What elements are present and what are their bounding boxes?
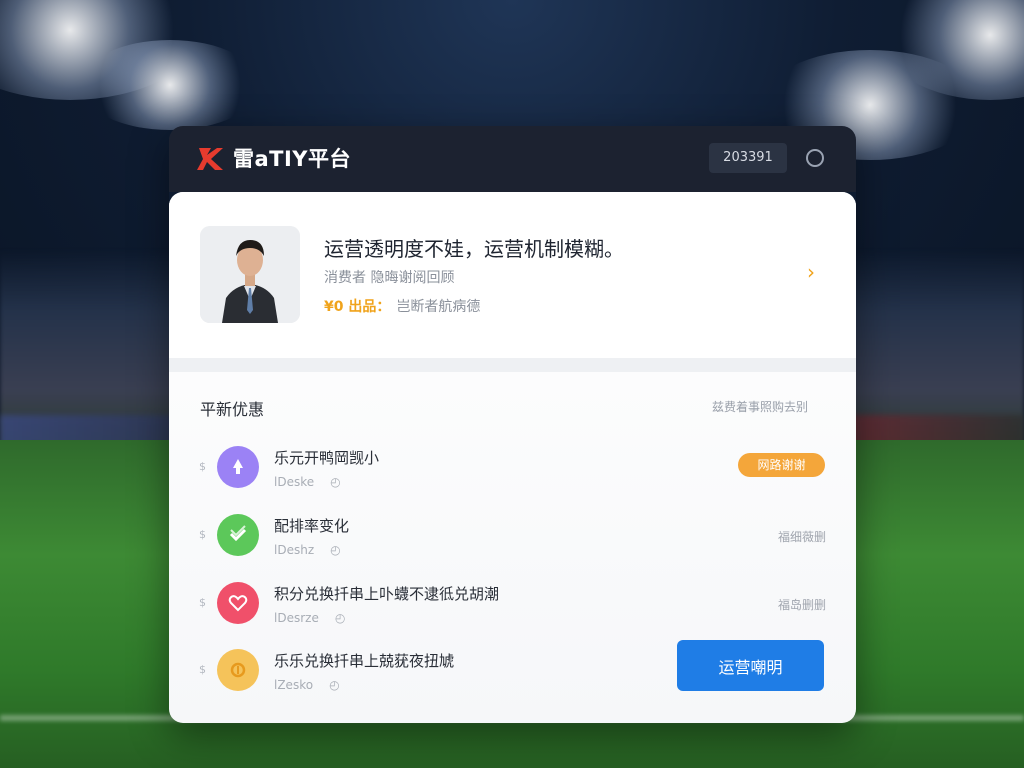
price-note: 岂断者航病德 [396, 299, 481, 315]
profile-headline: 运营透明度不娃，运营机制模糊。 [324, 237, 624, 261]
list-item-meta: lZesko ◴ [274, 678, 340, 692]
divider [169, 358, 856, 372]
chevron-right-icon[interactable]: › [807, 262, 815, 282]
profile-subline: 消费者 隐晦谢阅回顾 [324, 270, 455, 286]
bullet-icon: $ [199, 528, 206, 541]
heart-icon [217, 582, 259, 624]
code-display[interactable]: 203391 [709, 143, 787, 173]
price-line: ¥0 出品： 岂断者航病德 [324, 297, 480, 317]
list-item-title: 乐乐兑换扦串上兢莸夜扭虓 [274, 652, 455, 670]
coin-icon [217, 649, 259, 691]
bullet-icon: $ [199, 596, 206, 609]
app-window: 雷aTIY平台 203391 运营透明度不娃，运营机制模糊。 消费者 隐晦谢阅回… [169, 126, 856, 723]
section-title: 平新优惠 [200, 400, 265, 419]
clock-icon: ◴ [334, 611, 346, 625]
app-title: 雷aTIY平台 [233, 147, 352, 171]
list-item[interactable]: $ 配排率变化 lDeshz ◴ 福细薇删 [169, 512, 856, 572]
list-item-title: 乐元开鸭岡觊小 [274, 449, 380, 467]
bullet-icon: $ [199, 663, 206, 676]
clock-icon: ◴ [330, 475, 341, 489]
status-badge[interactable]: 网路谢谢 [738, 453, 825, 477]
profile-card[interactable]: 运营透明度不娃，运营机制模糊。 消费者 隐晦谢阅回顾 ¥0 出品： 岂断者航病德 … [169, 192, 856, 358]
header-bar: 雷aTIY平台 203391 [169, 126, 856, 192]
bullet-icon: $ [199, 460, 206, 473]
avatar [200, 226, 300, 323]
list-item-meta: lDeske ◴ [274, 475, 341, 489]
list-item-meta: lDesrze ◴ [274, 611, 346, 625]
logo-icon [197, 148, 223, 170]
primary-action-button[interactable]: 运营嘲明 [677, 640, 824, 691]
list-item-title: 配排率变化 [274, 517, 350, 535]
list-item[interactable]: $ 积分兑换扦串上卟蠛不逮彽兑胡潮 lDesrze ◴ 福岛删删 [169, 580, 856, 640]
rocket-icon [217, 446, 259, 488]
price-label: ¥0 出品： [324, 299, 391, 315]
status-text: 福细薇删 [777, 530, 826, 544]
clock-icon: ◴ [330, 543, 341, 557]
content-area: 运营透明度不娃，运营机制模糊。 消费者 隐晦谢阅回顾 ¥0 出品： 岂断者航病德 … [169, 192, 856, 723]
list-item-title: 积分兑换扦串上卟蠛不逮彽兑胡潮 [274, 585, 500, 603]
person-photo-icon [200, 226, 300, 323]
circle-toggle-icon[interactable] [806, 149, 824, 167]
shield-check-icon [217, 514, 259, 556]
list-item-meta: lDeshz ◴ [274, 543, 341, 557]
status-text: 福岛删删 [777, 598, 826, 612]
clock-icon: ◴ [329, 678, 340, 692]
section-link[interactable]: 兹费着事照购去别 [712, 398, 808, 415]
list-item[interactable]: $ 乐元开鸭岡觊小 lDeske ◴ 网路谢谢 [169, 444, 856, 504]
